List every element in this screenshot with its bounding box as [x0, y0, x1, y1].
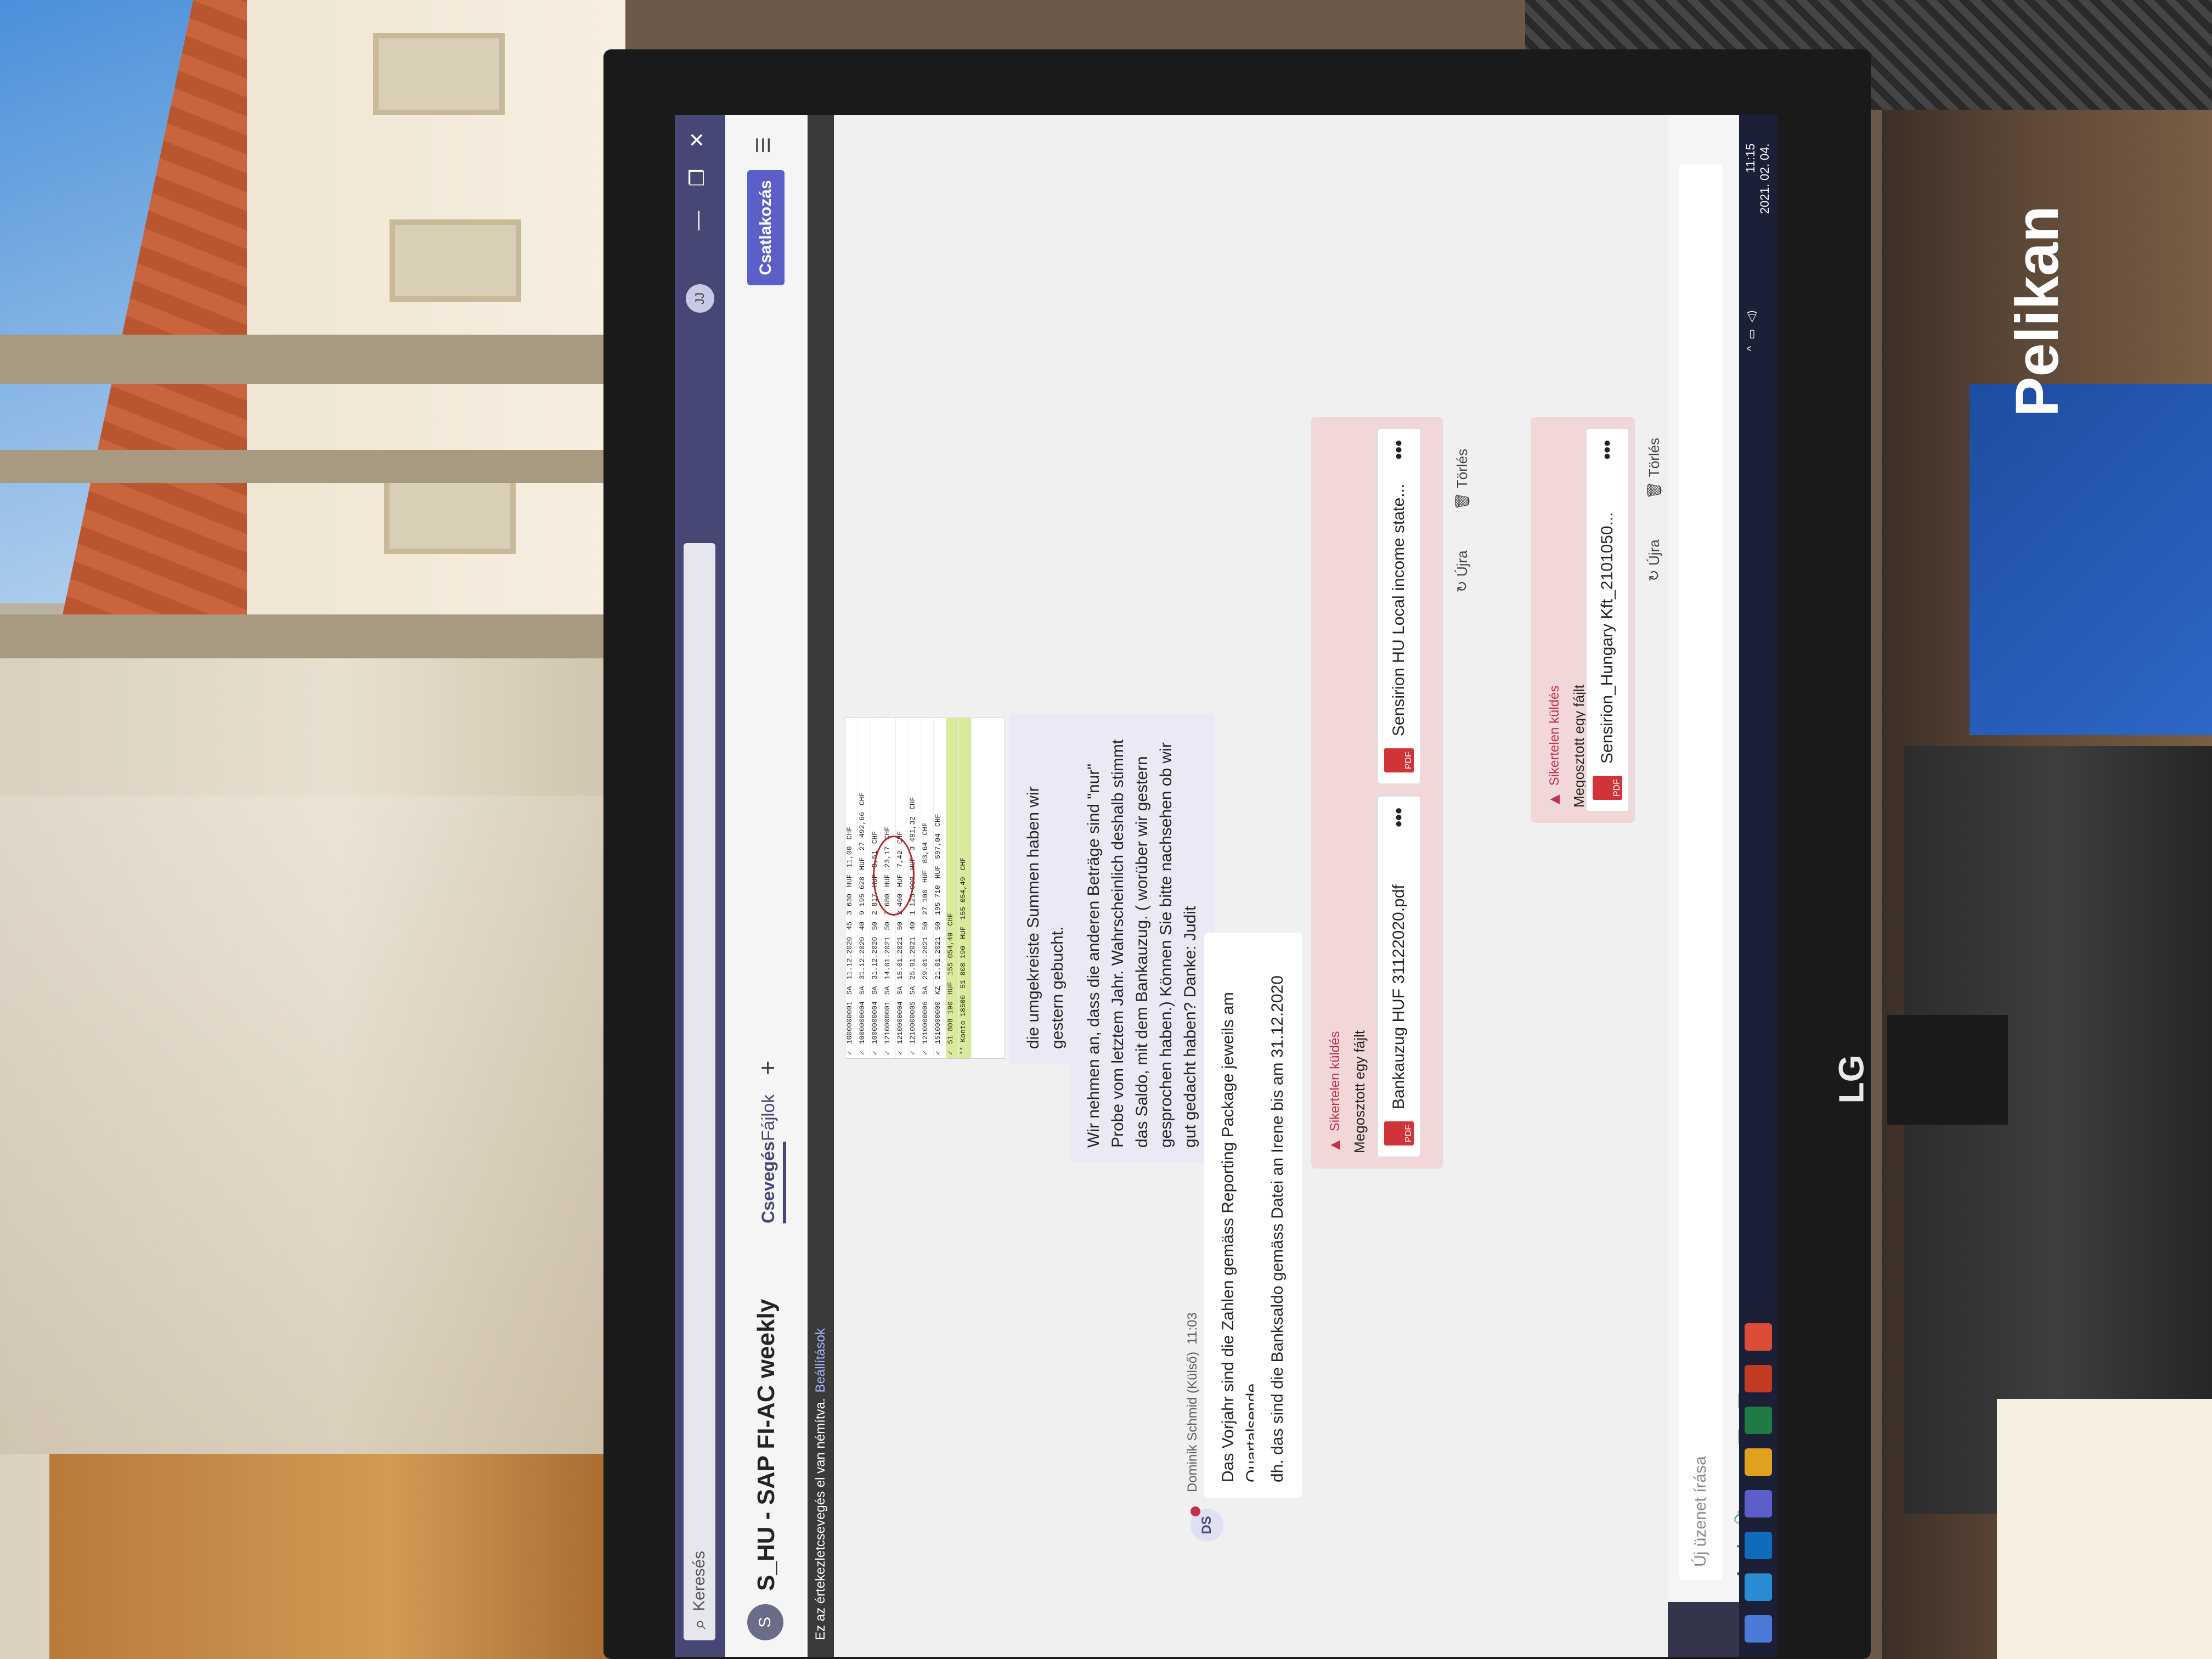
office-window [0, 0, 625, 658]
start-icon[interactable] [1745, 1615, 1772, 1643]
tab-chat[interactable]: Csevegés [758, 1141, 786, 1223]
sheet-row: ✓ 1000000004 SA 31.12.2020 40 9 195 628 HUF 27 … [858, 718, 871, 1058]
retry-button[interactable]: ↻ Újra [1454, 550, 1471, 592]
pdf-app-icon[interactable] [1745, 1365, 1772, 1392]
mute-notice-text: Ez az értekezletcsevegés el van némítva. [813, 1398, 828, 1640]
file-explorer-icon[interactable] [1745, 1448, 1772, 1476]
excel-icon[interactable] [1745, 1407, 1772, 1434]
message-other-2: dh. das sind die Banksaldo gemäss Datei … [1254, 933, 1302, 1498]
more-icon[interactable]: ••• [1389, 440, 1410, 460]
tab-files[interactable]: Fájlok [758, 1094, 778, 1141]
taskbar: ^ ▭ ◁) 11:15 2021. 02. 04. [1739, 115, 1778, 1657]
file-attachment[interactable]: PDF Bankauzug HUF 31122020.pdf ••• [1377, 795, 1421, 1158]
search-icon: ⌕ [689, 1618, 710, 1629]
more-icon[interactable]: ••• [1389, 808, 1410, 827]
presence-busy-icon [1190, 1506, 1200, 1516]
sheet-row: ✓ 1210000006 SA 29.01.2021 50 27 100 HUF 83,64 C… [921, 718, 934, 1058]
system-tray: ^ ▭ ◁) [1745, 311, 1758, 351]
warning-icon: ▲ [1326, 1137, 1344, 1153]
clock-date: 2021. 02. 04. [1758, 143, 1771, 214]
window-frame-bar [0, 614, 620, 658]
message-list: ✓ 1000000001 SA 11.12.2020 45 3 630 HUF 11,00 CH… [834, 115, 1668, 1657]
file-name: Sensirion HU Local income state... [1390, 483, 1408, 736]
volume-icon[interactable]: ◁) [1745, 311, 1758, 323]
photo-scene: Pelikan LG ⌕ Keresés JJ — ❐ ✕ S S_HU - S… [0, 0, 2212, 1659]
delete-button[interactable]: 🗑 Törlés [1454, 449, 1471, 510]
monitor-logo: LG [1831, 1054, 1871, 1104]
teams-window: ⌕ Keresés JJ — ❐ ✕ S S_HU - SAP FI-AC we… [675, 115, 1778, 1657]
pelikan-logo: Pelikan [2004, 205, 2071, 417]
delete-button[interactable]: 🗑 Törlés [1646, 438, 1663, 499]
clock-time: 11:15 [1743, 143, 1757, 173]
facade-window [390, 219, 521, 302]
pelikan-box [1970, 384, 2212, 735]
add-tab-button[interactable]: + [753, 1060, 782, 1075]
edge-icon[interactable] [1745, 1573, 1772, 1601]
failed-send-label: ▲ Sikertelen küldés [1543, 432, 1567, 808]
close-button[interactable]: ✕ [686, 132, 709, 148]
clock[interactable]: 11:15 2021. 02. 04. [1743, 144, 1772, 214]
message-author: Dominik Schmid (Külső) 11:03 [1185, 1312, 1200, 1492]
search-placeholder: Keresés [690, 1550, 708, 1611]
facade-window [373, 33, 505, 115]
more-options-icon[interactable]: ☰ [753, 137, 775, 154]
pdf-file-icon: PDF [1384, 748, 1414, 772]
window-sill [0, 335, 620, 384]
sheet-row: ✓ 1510000000 KZ 21.01.2021 50 195 710 HUF 597,0… [934, 718, 946, 1058]
user-avatar[interactable]: JJ [686, 284, 714, 313]
message-input[interactable]: Új üzenet írása [1679, 165, 1723, 1580]
more-icon[interactable]: ••• [1597, 440, 1618, 460]
avatar-initials: DS [1199, 1516, 1214, 1534]
network-icon[interactable]: ▭ [1745, 329, 1758, 340]
sheet-total-row: ** Konto 18500 51 808 190 HUF 155 054,49 CHF [959, 718, 972, 1058]
teams-icon[interactable] [1745, 1490, 1772, 1517]
spreadsheet-image[interactable]: ✓ 1000000001 SA 11.12.2020 45 3 630 HUF 11,00 CH… [845, 718, 1005, 1059]
file-name: Bankauzug HUF 31122020.pdf [1390, 884, 1408, 1109]
file-attachment[interactable]: PDF Sensirion HU Local income state... •… [1377, 428, 1421, 785]
window-frame-bar [0, 450, 620, 483]
handdrawn-circle [873, 836, 915, 916]
file-attachment[interactable]: PDF Sensirion_Hungary Kft_2101050... ••• [1585, 428, 1629, 812]
retry-button[interactable]: ↻ Újra [1646, 539, 1663, 582]
wall-shadow [0, 795, 620, 1454]
facade-window [384, 472, 516, 554]
shared-file-label: Megosztott egy fájlt [1351, 1030, 1368, 1153]
settings-link[interactable]: Beállítások [813, 1328, 828, 1392]
chat-title: S_HU - SAP FI-AC weekly [753, 1299, 780, 1591]
sheet-subtotal-row: ✓ 51 808 190 HUF 155 054,49 CHF [946, 718, 959, 1058]
search-input[interactable]: ⌕ Keresés [684, 543, 715, 1640]
avatar: DS [1190, 1506, 1223, 1542]
mute-notice: Ez az értekezletcsevegés el van némítva.… [808, 115, 834, 1657]
message-self-2: Wir nehmen an, dass die anderen Beträge … [1070, 713, 1215, 1163]
chrome-icon[interactable] [1745, 1323, 1772, 1351]
building-facade [247, 0, 625, 625]
desk-papers [1997, 1399, 2212, 1659]
join-meeting-button[interactable]: Csatlakozás [747, 170, 785, 285]
failed-send-label: ▲ Sikertelen küldés [1323, 432, 1347, 1153]
file-name: Sensirion_Hungary Kft_2101050... [1598, 512, 1616, 764]
chevron-up-icon[interactable]: ^ [1745, 346, 1758, 351]
monitor-screen: ⌕ Keresés JJ — ❐ ✕ S S_HU - SAP FI-AC we… [675, 115, 1778, 1657]
title-bar: ⌕ Keresés JJ — ❐ ✕ [675, 115, 725, 1657]
pdf-file-icon: PDF [1384, 1121, 1414, 1146]
meeting-icon: S [747, 1604, 783, 1640]
maximize-button[interactable]: ❐ [686, 169, 709, 187]
sheet-row: ✓ 1000000001 SA 11.12.2020 45 3 630 HUF 11,00 CH… [845, 718, 858, 1058]
outlook-icon[interactable] [1745, 1532, 1772, 1559]
pdf-file-icon: PDF [1593, 776, 1622, 800]
wooden-door [49, 1454, 620, 1659]
minimize-button[interactable]: — [686, 211, 709, 230]
warning-icon: ▲ [1545, 791, 1564, 808]
monitor-stand-neck [1887, 1015, 2008, 1125]
chat-header: S S_HU - SAP FI-AC weekly Csevegés Fájlo… [725, 115, 809, 1657]
